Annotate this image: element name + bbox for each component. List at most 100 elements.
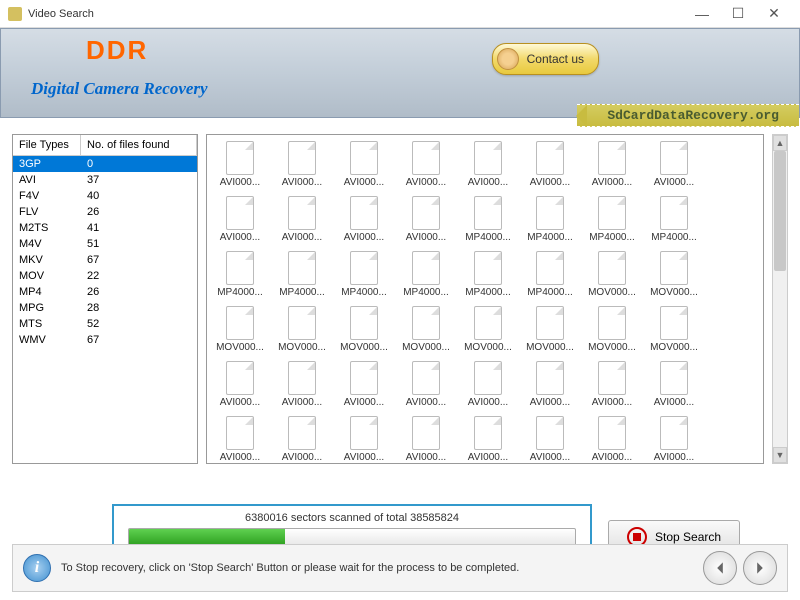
file-count-cell: 37 [81,172,197,188]
scroll-down-icon[interactable]: ▼ [773,447,787,463]
file-icon [350,251,378,285]
table-row[interactable]: FLV26 [13,204,197,220]
file-grid-scrollbar[interactable]: ▲ ▼ [772,134,788,464]
table-row[interactable]: MP426 [13,284,197,300]
col-file-types[interactable]: File Types [13,135,81,155]
file-item[interactable]: MP4000... [275,251,329,298]
file-label: AVI000... [585,452,639,463]
file-count-cell: 26 [81,204,197,220]
file-type-cell: MPG [13,300,81,316]
file-icon [598,141,626,175]
file-type-cell: M4V [13,236,81,252]
table-row[interactable]: F4V40 [13,188,197,204]
back-button[interactable] [703,551,737,585]
progress-text: 6380016 sectors scanned of total 3858582… [128,512,576,524]
file-item[interactable]: MP4000... [337,251,391,298]
table-row[interactable]: M4V51 [13,236,197,252]
file-icon [412,196,440,230]
stop-label: Stop Search [655,530,721,544]
file-label: MP4000... [461,232,515,243]
file-item[interactable]: MOV000... [275,306,329,353]
table-row[interactable]: M2TS41 [13,220,197,236]
file-label: MP4000... [399,287,453,298]
file-item[interactable]: MOV000... [523,306,577,353]
table-row[interactable]: MPG28 [13,300,197,316]
file-item[interactable]: AVI000... [461,361,515,408]
file-icon [660,361,688,395]
file-item[interactable]: MOV000... [647,251,701,298]
file-icon [288,251,316,285]
col-count[interactable]: No. of files found [81,135,197,155]
file-item[interactable]: AVI000... [585,361,639,408]
file-item[interactable]: MP4000... [585,196,639,243]
file-item[interactable]: AVI000... [399,416,453,463]
file-item[interactable]: AVI000... [461,416,515,463]
table-row[interactable]: WMV67 [13,332,197,348]
file-item[interactable]: MOV000... [213,306,267,353]
file-item[interactable]: AVI000... [523,416,577,463]
file-item[interactable]: AVI000... [523,361,577,408]
maximize-button[interactable]: ☐ [720,1,756,27]
file-item[interactable]: MOV000... [399,306,453,353]
file-label: AVI000... [213,177,267,188]
file-item[interactable]: AVI000... [647,141,701,188]
scroll-up-icon[interactable]: ▲ [773,135,787,151]
table-row[interactable]: AVI37 [13,172,197,188]
minimize-button[interactable]: — [684,1,720,27]
file-grid[interactable]: AVI000...AVI000...AVI000...AVI000...AVI0… [206,134,764,464]
file-item[interactable]: AVI000... [275,416,329,463]
file-item[interactable]: MOV000... [337,306,391,353]
file-item[interactable]: AVI000... [399,361,453,408]
table-row[interactable]: 3GP0 [13,156,197,172]
file-icon [412,416,440,450]
file-item[interactable]: AVI000... [275,196,329,243]
table-row[interactable]: MKV67 [13,252,197,268]
file-item[interactable]: MP4000... [461,251,515,298]
file-label: AVI000... [461,177,515,188]
file-item[interactable]: MP4000... [399,251,453,298]
file-item[interactable]: AVI000... [213,361,267,408]
file-item[interactable]: AVI000... [337,141,391,188]
file-item[interactable]: MOV000... [585,251,639,298]
file-item[interactable]: MOV000... [647,306,701,353]
file-item[interactable]: AVI000... [647,416,701,463]
file-label: AVI000... [337,177,391,188]
contact-avatar-icon [497,48,519,70]
contact-button[interactable]: Contact us [492,43,599,75]
file-label: AVI000... [523,397,577,408]
file-item[interactable]: AVI000... [585,416,639,463]
file-item[interactable]: MOV000... [461,306,515,353]
file-item[interactable]: MP4000... [523,251,577,298]
file-item[interactable]: AVI000... [647,361,701,408]
file-item[interactable]: AVI000... [275,141,329,188]
file-item[interactable]: AVI000... [585,141,639,188]
table-row[interactable]: MOV22 [13,268,197,284]
file-item[interactable]: MOV000... [585,306,639,353]
file-label: MP4000... [523,287,577,298]
table-row[interactable]: MTS52 [13,316,197,332]
file-item[interactable]: MP4000... [213,251,267,298]
file-icon [350,141,378,175]
file-item[interactable]: AVI000... [213,416,267,463]
file-item[interactable]: MP4000... [461,196,515,243]
file-item[interactable]: AVI000... [523,141,577,188]
close-button[interactable]: ✕ [756,1,792,27]
file-item[interactable]: AVI000... [461,141,515,188]
file-icon [660,196,688,230]
file-item[interactable]: MP4000... [523,196,577,243]
file-label: MP4000... [647,232,701,243]
file-item[interactable]: AVI000... [213,141,267,188]
file-item[interactable]: MP4000... [647,196,701,243]
forward-button[interactable] [743,551,777,585]
file-item[interactable]: AVI000... [399,196,453,243]
file-item[interactable]: AVI000... [275,361,329,408]
file-label: AVI000... [647,452,701,463]
file-label: MOV000... [585,287,639,298]
file-item[interactable]: AVI000... [337,196,391,243]
file-item[interactable]: AVI000... [337,361,391,408]
file-item[interactable]: AVI000... [337,416,391,463]
scrollbar-thumb[interactable] [774,151,786,271]
file-item[interactable]: AVI000... [213,196,267,243]
file-item[interactable]: AVI000... [399,141,453,188]
file-label: AVI000... [275,177,329,188]
